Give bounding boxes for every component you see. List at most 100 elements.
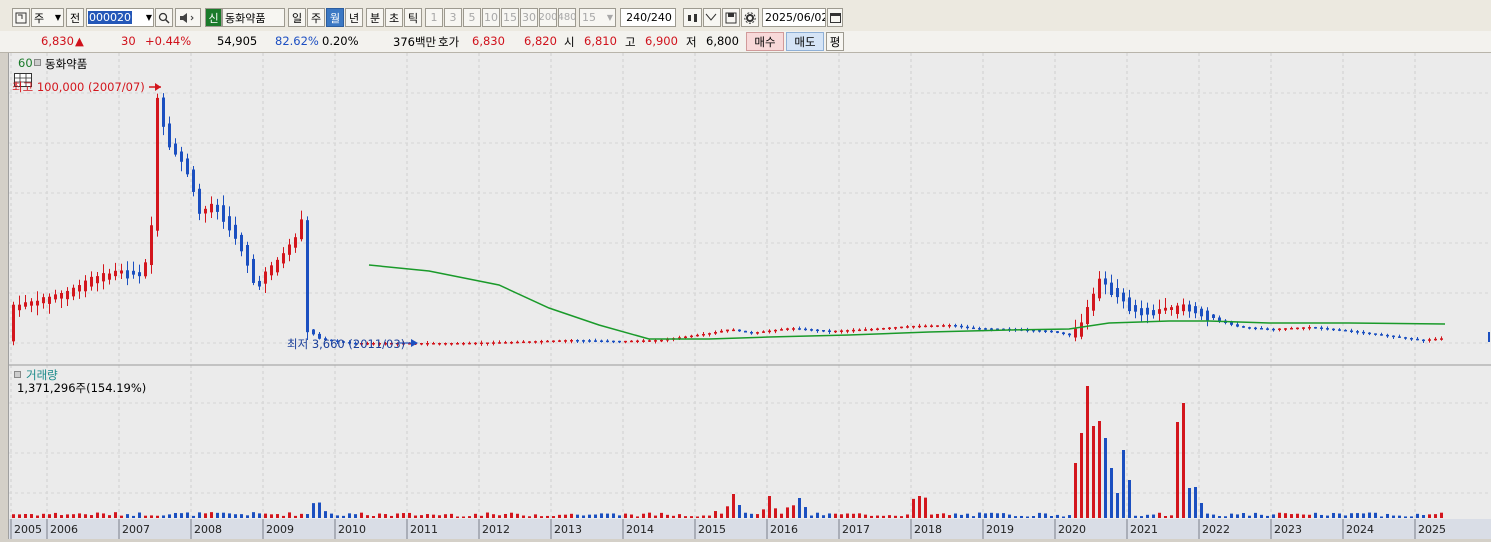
- candle-body: [1146, 307, 1149, 315]
- candle-body: [1044, 330, 1047, 332]
- low-marker-label: 최저 3,660 (2011/03): [287, 337, 406, 351]
- candle-body: [258, 280, 261, 287]
- volume-bar: [942, 513, 945, 518]
- zoom-in-icon[interactable]: [683, 8, 702, 27]
- candle-body: [186, 158, 189, 175]
- candle-body: [12, 304, 15, 342]
- interval-1[interactable]: 1: [425, 8, 443, 27]
- gear-icon[interactable]: [741, 8, 759, 27]
- candle-body: [546, 340, 549, 343]
- eval-button[interactable]: 평: [826, 32, 844, 51]
- volume-bar: [912, 498, 915, 518]
- volume-bar: [570, 513, 573, 518]
- volume-bar: [432, 514, 435, 518]
- tab-day[interactable]: 일: [288, 8, 306, 27]
- volume-bar: [252, 512, 255, 518]
- chart-settings-icon[interactable]: [12, 8, 30, 27]
- x-tick-label: 2022: [1202, 523, 1230, 536]
- interval-5[interactable]: 5: [463, 8, 481, 27]
- candle-body: [780, 329, 783, 331]
- volume-bar: [330, 513, 333, 518]
- volume-bars-layer: [12, 386, 1443, 518]
- candle-body: [654, 340, 657, 342]
- volume-bar: [282, 515, 285, 518]
- candle-body: [1152, 310, 1155, 316]
- candle-body: [732, 329, 735, 332]
- volume-bar: [390, 515, 393, 518]
- interval-3[interactable]: 3: [444, 8, 462, 27]
- stock-name-field[interactable]: 동화약품: [222, 8, 285, 27]
- volume-bar: [108, 515, 111, 518]
- volume-bar: [618, 515, 621, 518]
- volume-bar: [324, 511, 327, 518]
- volume-bar: [30, 514, 33, 518]
- open-label: 시: [564, 35, 575, 49]
- x-tick-label: 2009: [266, 523, 294, 536]
- candle-body: [540, 340, 543, 343]
- volume-bar: [1170, 515, 1173, 518]
- x-axis-band: [9, 519, 1491, 539]
- volume-bar: [678, 514, 681, 518]
- tab-week[interactable]: 주: [307, 8, 325, 27]
- volume-bar: [1110, 468, 1113, 518]
- volume-bar: [36, 515, 39, 518]
- interval-30[interactable]: 30: [520, 8, 538, 27]
- stock-code-input[interactable]: 000020 ▼: [86, 8, 154, 27]
- volume-bar: [318, 502, 321, 518]
- volume-bar: [1146, 514, 1149, 518]
- volume-bar: [768, 496, 771, 518]
- zoom-out-icon[interactable]: [703, 8, 721, 27]
- candle-body: [108, 273, 111, 280]
- buy-button[interactable]: 매수: [746, 32, 784, 51]
- tab-month[interactable]: 월: [326, 8, 344, 27]
- candle-body: [192, 169, 195, 192]
- candle-body: [738, 329, 741, 332]
- count-display[interactable]: 240/240: [620, 8, 676, 27]
- interval-10[interactable]: 10: [482, 8, 500, 27]
- volume-bar: [60, 515, 63, 518]
- tab-second[interactable]: 초: [385, 8, 403, 27]
- volume-bar: [72, 514, 75, 518]
- candle-body: [930, 325, 933, 327]
- candle-body: [942, 325, 945, 327]
- candle-body: [1416, 338, 1419, 341]
- candle-body: [1260, 328, 1263, 330]
- period-unit-select[interactable]: 주 ▼: [31, 8, 64, 27]
- volume-bar: [534, 514, 537, 518]
- custom-interval-select[interactable]: 15 ▼: [579, 8, 616, 27]
- sell-button[interactable]: 매도: [786, 32, 824, 51]
- volume-bar: [24, 514, 27, 518]
- interval-480[interactable]: 480: [558, 8, 576, 27]
- interval-200[interactable]: 200: [539, 8, 557, 27]
- candle-body: [960, 325, 963, 328]
- tab-minute[interactable]: 분: [366, 8, 384, 27]
- tab-year[interactable]: 년: [345, 8, 363, 27]
- chart-area[interactable]: 2005 2006 2007 2008 2009 2010 2011 2012 2013 2014…: [8, 53, 1491, 539]
- volume-bar: [276, 514, 279, 518]
- candle-body: [582, 340, 585, 342]
- sound-icon[interactable]: [175, 8, 201, 27]
- candle-body: [1158, 309, 1161, 314]
- candles-layer: [12, 93, 1443, 347]
- date-input[interactable]: 2025/06/02: [762, 8, 826, 27]
- tab-tick[interactable]: 틱: [404, 8, 422, 27]
- candle-body: [270, 265, 273, 276]
- prev-button[interactable]: 전: [66, 8, 84, 27]
- volume-bar: [948, 515, 951, 518]
- volume-bar: [150, 515, 153, 518]
- calendar-icon[interactable]: [827, 8, 843, 27]
- interval-15[interactable]: 15: [501, 8, 519, 27]
- volume-bar: [1302, 514, 1305, 518]
- candle-body: [1254, 327, 1257, 330]
- chevron-down-icon: ▼: [145, 13, 152, 22]
- volume-bar: [888, 515, 891, 518]
- candle-body: [486, 342, 489, 344]
- save-icon[interactable]: [722, 8, 740, 27]
- candle-body: [1182, 304, 1185, 312]
- search-icon[interactable]: [155, 8, 173, 27]
- volume-bar: [1350, 513, 1353, 518]
- candle-body: [450, 343, 453, 345]
- open-price: 6,810: [584, 34, 617, 48]
- candle-body: [1098, 278, 1101, 299]
- candle-body: [636, 340, 639, 343]
